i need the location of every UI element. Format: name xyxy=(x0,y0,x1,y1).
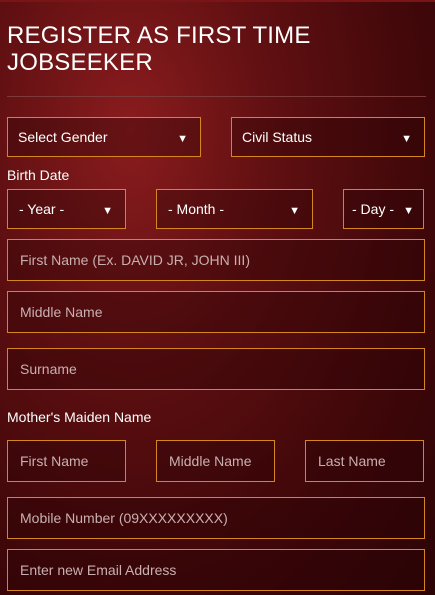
chevron-down-icon: ▼ xyxy=(401,132,412,145)
birth-date-label: Birth Date xyxy=(7,167,70,183)
birth-day-value: - Day - xyxy=(352,201,394,217)
mother-last-name-placeholder: Last Name xyxy=(318,453,386,469)
email-placeholder: Enter new Email Address xyxy=(20,562,177,578)
chevron-down-icon: ▼ xyxy=(102,204,113,217)
mother-last-name-input[interactable]: Last Name xyxy=(305,440,424,482)
title-divider xyxy=(7,96,426,97)
mother-first-name-input[interactable]: First Name xyxy=(7,440,126,482)
middle-name-input[interactable]: Middle Name xyxy=(7,291,425,333)
mobile-number-input[interactable]: Mobile Number (09XXXXXXXXX) xyxy=(7,497,425,539)
gender-select-value: Select Gender xyxy=(18,129,108,145)
birth-day-select[interactable]: - Day - ▼ xyxy=(343,189,424,229)
mother-middle-name-placeholder: Middle Name xyxy=(169,453,252,469)
top-border xyxy=(0,0,435,2)
gender-select[interactable]: Select Gender ▼ xyxy=(7,117,201,157)
mother-first-name-placeholder: First Name xyxy=(20,453,89,469)
chevron-down-icon: ▼ xyxy=(177,132,188,145)
middle-name-placeholder: Middle Name xyxy=(20,304,103,320)
chevron-down-icon: ▼ xyxy=(289,204,300,217)
mobile-number-placeholder: Mobile Number (09XXXXXXXXX) xyxy=(20,510,228,526)
surname-placeholder: Surname xyxy=(20,361,77,377)
email-input[interactable]: Enter new Email Address xyxy=(7,549,425,591)
civil-status-select-value: Civil Status xyxy=(242,129,313,145)
birth-year-value: - Year - xyxy=(19,201,65,217)
mothers-maiden-name-label: Mother's Maiden Name xyxy=(7,409,152,425)
page-title: REGISTER AS FIRST TIME JOBSEEKER xyxy=(7,22,311,76)
birth-year-select[interactable]: - Year - ▼ xyxy=(7,189,126,229)
civil-status-select[interactable]: Civil Status ▼ xyxy=(231,117,425,157)
first-name-placeholder: First Name (Ex. DAVID JR, JOHN III) xyxy=(20,252,250,268)
birth-month-select[interactable]: - Month - ▼ xyxy=(156,189,313,229)
birth-month-value: - Month - xyxy=(168,201,225,217)
chevron-down-icon: ▼ xyxy=(403,204,414,217)
surname-input[interactable]: Surname xyxy=(7,348,425,390)
mother-middle-name-input[interactable]: Middle Name xyxy=(156,440,275,482)
first-name-input[interactable]: First Name (Ex. DAVID JR, JOHN III) xyxy=(7,239,425,281)
